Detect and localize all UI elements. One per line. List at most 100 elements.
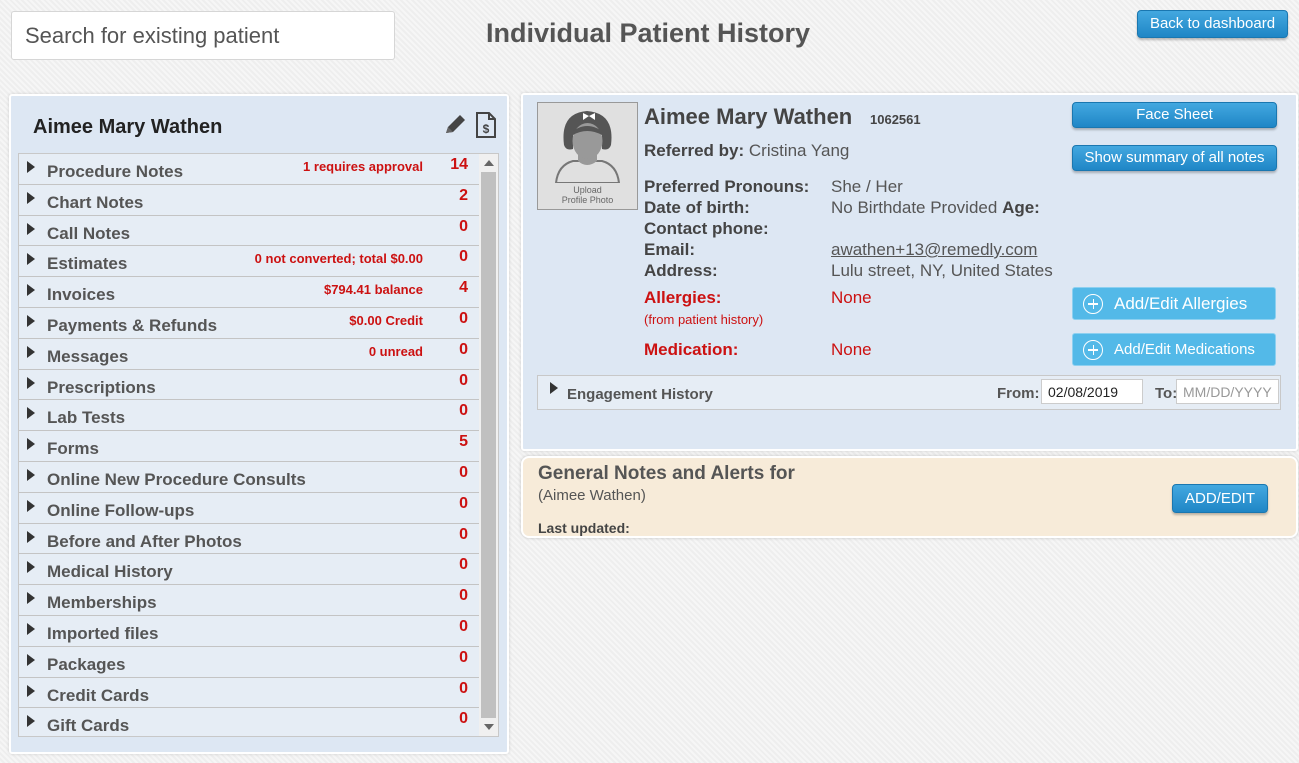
section-label: Online Follow-ups bbox=[47, 500, 195, 520]
expand-triangle-icon[interactable] bbox=[27, 622, 35, 635]
section-row[interactable]: Medical History 0 bbox=[19, 554, 480, 586]
expand-triangle-icon[interactable] bbox=[27, 376, 35, 389]
expand-triangle-icon[interactable] bbox=[27, 191, 35, 204]
referred-by: Referred by: Cristina Yang bbox=[644, 141, 850, 160]
section-row[interactable]: Procedure Notes 1 requires approval 14 bbox=[19, 154, 480, 185]
expand-triangle-icon[interactable] bbox=[27, 468, 35, 481]
patient-id: 1062561 bbox=[870, 112, 921, 127]
section-row[interactable]: Forms 5 bbox=[19, 431, 480, 462]
pronouns-label: Preferred Pronouns: bbox=[644, 177, 810, 196]
from-date-input[interactable] bbox=[1041, 379, 1143, 404]
section-count: 0 bbox=[459, 217, 468, 235]
pencil-icon[interactable] bbox=[443, 111, 469, 144]
section-label: Online New Procedure Consults bbox=[47, 469, 306, 489]
sections-scrollbar[interactable] bbox=[479, 154, 498, 736]
statement-icon[interactable]: $ bbox=[475, 111, 497, 144]
expand-triangle-icon[interactable] bbox=[27, 592, 35, 605]
search-input[interactable] bbox=[11, 11, 395, 60]
section-count: 0 bbox=[459, 402, 468, 420]
notes-add-edit-button[interactable]: ADD/EDIT bbox=[1172, 484, 1268, 513]
section-count: 0 bbox=[459, 463, 468, 481]
expand-triangle-icon[interactable] bbox=[27, 684, 35, 697]
add-edit-medications-button[interactable]: Add/Edit Medications bbox=[1072, 333, 1276, 366]
section-row[interactable]: Credit Cards 0 bbox=[19, 677, 480, 709]
to-label: To: bbox=[1155, 385, 1178, 402]
face-sheet-button[interactable]: Face Sheet bbox=[1072, 102, 1277, 128]
patient-sections-panel: Aimee Mary Wathen $ Procedure Notes 1 req… bbox=[9, 94, 509, 754]
expand-triangle-icon[interactable] bbox=[27, 253, 35, 266]
avatar-placeholder-icon bbox=[554, 111, 621, 184]
sections-list-items: Procedure Notes 1 requires approval 14 Char… bbox=[19, 154, 480, 736]
email-link[interactable]: awathen+13@remedly.com bbox=[831, 240, 1037, 260]
section-row[interactable]: Chart Notes 2 bbox=[19, 184, 480, 216]
section-row[interactable]: Packages 0 bbox=[19, 646, 480, 678]
section-note: 0 unread bbox=[368, 343, 423, 359]
section-row[interactable]: Messages 0 unread 0 bbox=[19, 338, 480, 370]
from-label: From: bbox=[997, 385, 1040, 402]
dob-value: No Birthdate Provided Age: bbox=[831, 198, 1040, 217]
scroll-up-arrow-icon[interactable] bbox=[484, 160, 494, 166]
back-to-dashboard-button[interactable]: Back to dashboard bbox=[1137, 10, 1288, 38]
expand-triangle-icon[interactable] bbox=[27, 314, 35, 327]
section-row[interactable]: Prescriptions 0 bbox=[19, 369, 480, 401]
expand-triangle-icon[interactable] bbox=[27, 530, 35, 543]
pronouns-value: She / Her bbox=[831, 177, 903, 196]
section-row[interactable]: Estimates 0 not converted; total $0.00 0 bbox=[19, 246, 480, 278]
add-edit-allergies-button[interactable]: Add/Edit Allergies bbox=[1072, 287, 1276, 320]
section-count: 0 bbox=[459, 710, 468, 728]
allergies-value: None bbox=[831, 288, 872, 307]
section-label: Packages bbox=[47, 654, 126, 674]
section-label: Estimates bbox=[47, 254, 128, 274]
engagement-history-label: Engagement History bbox=[567, 386, 713, 403]
scroll-thumb[interactable] bbox=[481, 172, 496, 718]
section-row[interactable]: Imported files 0 bbox=[19, 615, 480, 647]
section-row[interactable]: Lab Tests 0 bbox=[19, 400, 480, 432]
notes-patient-name: (Aimee Wathen) bbox=[538, 487, 646, 504]
address-label: Address: bbox=[644, 261, 718, 280]
expand-triangle-icon[interactable] bbox=[27, 284, 35, 297]
section-row[interactable]: Invoices $794.41 balance 4 bbox=[19, 277, 480, 308]
section-count: 0 bbox=[459, 248, 468, 266]
expand-triangle-icon[interactable] bbox=[27, 561, 35, 574]
notes-title: General Notes and Alerts for bbox=[538, 463, 795, 484]
section-note: 0 not converted; total $0.00 bbox=[254, 251, 423, 267]
section-label: Lab Tests bbox=[47, 408, 126, 428]
medication-value: None bbox=[831, 340, 872, 359]
expand-triangle-icon[interactable] bbox=[27, 499, 35, 512]
section-label: Chart Notes bbox=[47, 192, 144, 212]
avatar-caption: Upload Profile Photo bbox=[561, 185, 614, 205]
add-edit-allergies-label: Add/Edit Allergies bbox=[1114, 293, 1248, 313]
section-count: 0 bbox=[459, 371, 468, 389]
expand-triangle-icon[interactable] bbox=[27, 438, 35, 451]
plus-circle-icon bbox=[1083, 293, 1103, 314]
section-row[interactable]: Gift Cards 0 bbox=[19, 708, 480, 736]
section-count: 0 bbox=[459, 587, 468, 605]
email-label: Email: bbox=[644, 240, 696, 259]
notes-last-updated: Last updated: bbox=[538, 520, 630, 536]
show-summary-button[interactable]: Show summary of all notes bbox=[1072, 145, 1277, 171]
section-label: Gift Cards bbox=[47, 716, 130, 736]
section-row[interactable]: Payments & Refunds $0.00 Credit 0 bbox=[19, 307, 480, 339]
profile-photo-upload[interactable]: Upload Profile Photo bbox=[537, 102, 638, 210]
section-row[interactable]: Before and After Photos 0 bbox=[19, 523, 480, 555]
section-row[interactable]: Call Notes 0 bbox=[19, 215, 480, 247]
section-count: 4 bbox=[459, 279, 468, 297]
section-row[interactable]: Online Follow-ups 0 bbox=[19, 492, 480, 524]
section-count: 0 bbox=[459, 494, 468, 512]
section-count: 0 bbox=[459, 648, 468, 666]
expand-triangle-icon[interactable] bbox=[550, 382, 558, 394]
expand-triangle-icon[interactable] bbox=[27, 345, 35, 358]
to-date-input[interactable] bbox=[1176, 379, 1279, 404]
expand-triangle-icon[interactable] bbox=[27, 222, 35, 235]
engagement-history[interactable]: Engagement History From: To: bbox=[537, 375, 1281, 410]
expand-triangle-icon[interactable] bbox=[27, 407, 35, 420]
patient-info-panel: Upload Profile Photo Aimee Mary Wathen 1… bbox=[521, 93, 1298, 451]
section-row[interactable]: Online New Procedure Consults 0 bbox=[19, 461, 480, 493]
expand-triangle-icon[interactable] bbox=[27, 715, 35, 728]
section-label: Payments & Refunds bbox=[47, 315, 218, 335]
scroll-down-arrow-icon[interactable] bbox=[484, 724, 494, 730]
section-count: 0 bbox=[459, 525, 468, 543]
expand-triangle-icon[interactable] bbox=[27, 653, 35, 666]
section-row[interactable]: Memberships 0 bbox=[19, 585, 480, 616]
expand-triangle-icon[interactable] bbox=[27, 161, 35, 173]
